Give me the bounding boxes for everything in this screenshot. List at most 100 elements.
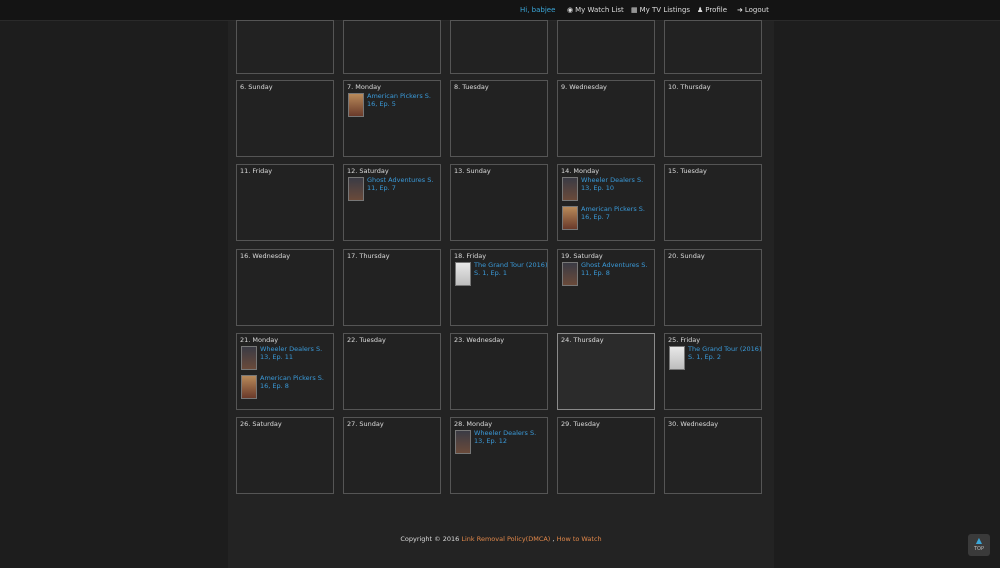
calendar-day-cell: 10. Thursday [664, 80, 762, 157]
link-removal-policy-link[interactable]: Link Removal Policy(DMCA) [461, 535, 550, 543]
day-label: 9. Wednesday [561, 83, 607, 91]
show-poster-thumbnail[interactable] [348, 177, 364, 201]
day-label: 21. Monday [240, 336, 279, 344]
calendar-day-cell: 28. Monday Wheeler Dealers S. 13, Ep. 12 [450, 417, 548, 494]
show-poster-thumbnail[interactable] [241, 375, 257, 399]
show-poster-thumbnail[interactable] [562, 262, 578, 286]
profile-link[interactable]: ♟ Profile [697, 6, 727, 14]
show-poster-thumbnail[interactable] [562, 206, 578, 230]
calendar-cell-previous [450, 20, 548, 74]
calendar-day-cell: 23. Wednesday [450, 333, 548, 410]
show-poster-thumbnail[interactable] [455, 430, 471, 454]
calendar-day-cell: 9. Wednesday [557, 80, 655, 157]
calendar-cell-previous [664, 20, 762, 74]
day-label: 23. Wednesday [454, 336, 505, 344]
day-label: 13. Sunday [454, 167, 491, 175]
episode-link[interactable]: Ghost Adventures S. 11, Ep. 7 [367, 176, 441, 192]
calendar-day-cell: 25. Friday The Grand Tour (2016) S. 1, Ep… [664, 333, 762, 410]
day-label: 10. Thursday [668, 83, 711, 91]
episode-link[interactable]: American Pickers S. 16, Ep. 8 [260, 374, 334, 390]
show-poster-thumbnail[interactable] [669, 346, 685, 370]
episode-entry[interactable]: The Grand Tour (2016) S. 1, Ep. 1 [455, 261, 547, 287]
user-icon: ♟ [697, 6, 704, 14]
calendar-day-cell: 12. Saturday Ghost Adventures S. 11, Ep. … [343, 164, 441, 241]
episode-entry[interactable]: American Pickers S. 16, Ep. 7 [562, 205, 654, 231]
calendar-day-cell: 15. Tuesday [664, 164, 762, 241]
episode-link[interactable]: American Pickers S. 16, Ep. 7 [581, 205, 655, 221]
show-poster-thumbnail[interactable] [562, 177, 578, 201]
calendar-day-cell: 6. Sunday [236, 80, 334, 157]
calendar-day-cell: 13. Sunday [450, 164, 548, 241]
top-button-label: TOP [973, 546, 984, 552]
chevron-up-icon: ▲ [975, 536, 983, 545]
calendar-day-cell: 29. Tuesday [557, 417, 655, 494]
day-label: 12. Saturday [347, 167, 389, 175]
calendar-day-cell: 21. Monday Wheeler Dealers S. 13, Ep. 11 A… [236, 333, 334, 410]
day-label: 19. Saturday [561, 252, 603, 260]
day-label: 16. Wednesday [240, 252, 291, 260]
profile-label: Profile [705, 6, 728, 14]
day-label: 6. Sunday [240, 83, 273, 91]
episode-link[interactable]: American Pickers S. 16, Ep. 5 [367, 92, 441, 108]
how-to-watch-link[interactable]: How to Watch [557, 535, 602, 543]
day-label: 28. Monday [454, 420, 493, 428]
calendar-day-cell: 20. Sunday [664, 249, 762, 326]
scroll-to-top-button[interactable]: ▲ TOP [968, 534, 990, 556]
episode-link[interactable]: The Grand Tour (2016) S. 1, Ep. 1 [474, 261, 548, 277]
tv-listings-link[interactable]: ▦ My TV Listings [631, 6, 690, 14]
logout-icon: ➜ [737, 6, 743, 14]
tv-listings-label: My TV Listings [639, 6, 691, 14]
show-poster-thumbnail[interactable] [241, 346, 257, 370]
day-label: 22. Tuesday [347, 336, 386, 344]
episode-link[interactable]: The Grand Tour (2016) S. 1, Ep. 2 [688, 345, 762, 361]
eye-icon: ◉ [567, 6, 574, 14]
day-label: 8. Tuesday [454, 83, 489, 91]
watch-list-label: My Watch List [575, 6, 624, 14]
calendar-day-cell: 7. Monday American Pickers S. 16, Ep. 5 [343, 80, 441, 157]
show-poster-thumbnail[interactable] [348, 93, 364, 117]
calendar-icon: ▦ [631, 6, 638, 14]
episode-link[interactable]: Wheeler Dealers S. 13, Ep. 12 [474, 429, 548, 445]
calendar-day-cell: 26. Saturday [236, 417, 334, 494]
footer-separator: , [552, 535, 555, 543]
episode-entry[interactable]: Ghost Adventures S. 11, Ep. 7 [348, 176, 440, 202]
show-poster-thumbnail[interactable] [455, 262, 471, 286]
episode-link[interactable]: Ghost Adventures S. 11, Ep. 8 [581, 261, 655, 277]
episode-entry[interactable]: Ghost Adventures S. 11, Ep. 8 [562, 261, 654, 287]
day-label: 26. Saturday [240, 420, 282, 428]
footer: Copyright © 2016 Link Removal Policy(DMC… [228, 535, 774, 543]
calendar-day-cell: 8. Tuesday [450, 80, 548, 157]
day-label: 11. Friday [240, 167, 273, 175]
day-label: 29. Tuesday [561, 420, 600, 428]
episode-link[interactable]: Wheeler Dealers S. 13, Ep. 11 [260, 345, 334, 361]
day-label: 20. Sunday [668, 252, 705, 260]
calendar-day-cell: 18. Friday The Grand Tour (2016) S. 1, Ep… [450, 249, 548, 326]
episode-entry[interactable]: Wheeler Dealers S. 13, Ep. 10 [562, 176, 654, 202]
episode-entry[interactable]: Wheeler Dealers S. 13, Ep. 11 [241, 345, 333, 371]
user-greeting-link[interactable]: Hi, babjee [520, 6, 555, 14]
day-label: 18. Friday [454, 252, 487, 260]
calendar-day-cell: 11. Friday [236, 164, 334, 241]
episode-entry[interactable]: Wheeler Dealers S. 13, Ep. 12 [455, 429, 547, 455]
day-label: 17. Thursday [347, 252, 390, 260]
day-label: 14. Monday [561, 167, 600, 175]
calendar-container: 6. Sunday 7. Monday American Pickers S. 16… [228, 20, 774, 568]
calendar-day-cell: 27. Sunday [343, 417, 441, 494]
calendar-day-cell: 24. Thursday [557, 333, 655, 410]
logout-label: Logout [744, 6, 769, 14]
day-label: 25. Friday [668, 336, 701, 344]
day-label: 27. Sunday [347, 420, 384, 428]
episode-link[interactable]: Wheeler Dealers S. 13, Ep. 10 [581, 176, 655, 192]
day-label: 24. Thursday [561, 336, 604, 344]
episode-entry[interactable]: American Pickers S. 16, Ep. 5 [348, 92, 440, 118]
episode-entry[interactable]: The Grand Tour (2016) S. 1, Ep. 2 [669, 345, 761, 371]
logout-link[interactable]: ➜ Logout [737, 6, 769, 14]
episode-entry[interactable]: American Pickers S. 16, Ep. 8 [241, 374, 333, 400]
calendar-cell-previous [557, 20, 655, 74]
calendar-day-cell: 19. Saturday Ghost Adventures S. 11, Ep. … [557, 249, 655, 326]
watch-list-link[interactable]: ◉ My Watch List [567, 6, 624, 14]
calendar-day-cell: 30. Wednesday [664, 417, 762, 494]
calendar-cell-previous [343, 20, 441, 74]
day-label: 30. Wednesday [668, 420, 719, 428]
calendar-day-cell: 16. Wednesday [236, 249, 334, 326]
